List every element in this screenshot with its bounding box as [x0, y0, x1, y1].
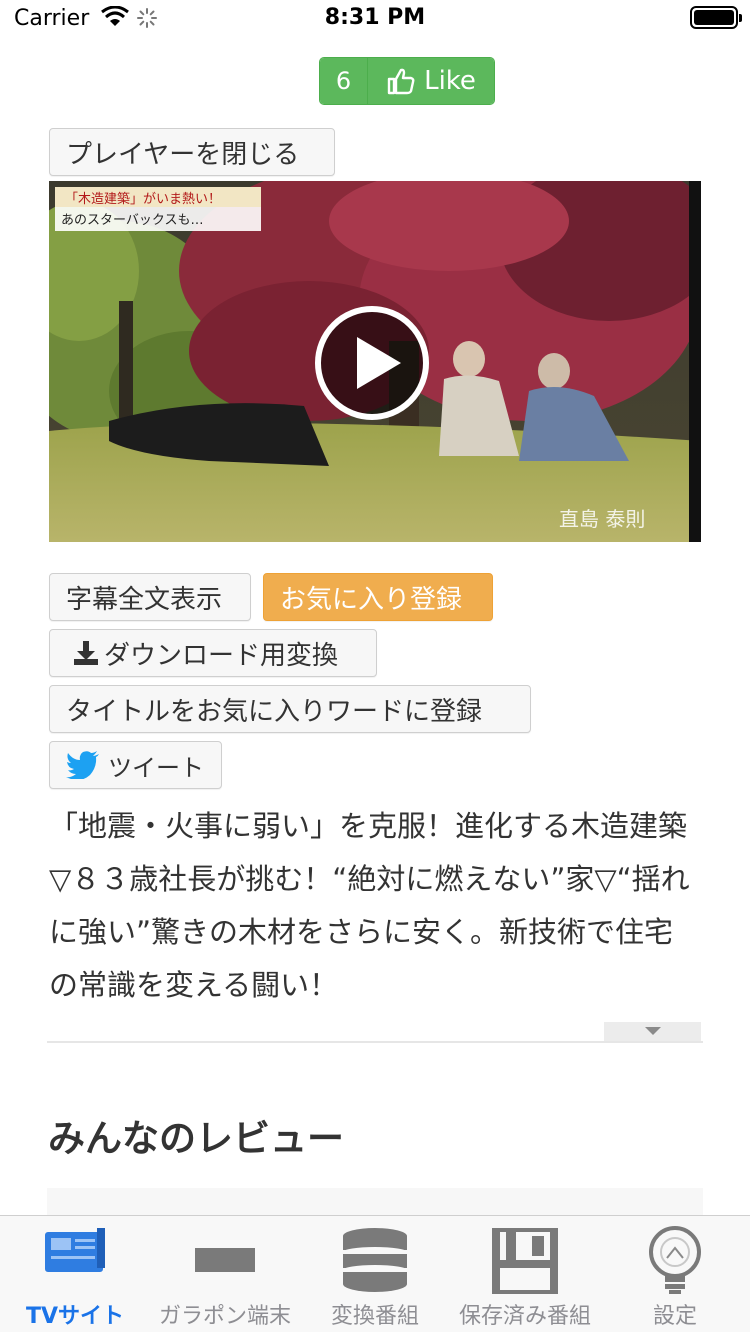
tab-settings[interactable]: 設定	[600, 1216, 750, 1332]
show-subtitles-button[interactable]: 字幕全文表示	[49, 573, 251, 621]
chevron-down-icon	[644, 1027, 661, 1035]
tab-saved-programs[interactable]: 保存済み番組	[450, 1216, 600, 1332]
play-icon[interactable]	[313, 304, 431, 422]
like-group: 6 Like	[319, 57, 495, 105]
video-player[interactable]: 「木造建築」がいま熱い！ あのスターバックスも… 直島 泰則	[49, 181, 701, 542]
close-player-button[interactable]: プレイヤーを閉じる	[49, 128, 335, 176]
battery-icon	[690, 6, 742, 29]
tv-site-icon	[45, 1228, 105, 1272]
tab-device[interactable]: ガラポン端末	[150, 1216, 300, 1332]
add-favorite-button[interactable]: お気に入り登録	[263, 573, 493, 621]
divider	[47, 1041, 703, 1043]
download-convert-label: ダウンロード用変換	[104, 640, 339, 671]
database-icon	[343, 1228, 407, 1292]
tweet-label: ツイート	[108, 753, 204, 782]
overlay-name: 直島 泰則	[559, 507, 645, 531]
tab-label: ガラポン端末	[158, 1304, 291, 1329]
show-subtitles-label: 字幕全文表示	[66, 584, 223, 615]
expand-description-toggle[interactable]	[604, 1022, 701, 1042]
overlay-caption-2: あのスターバックスも…	[61, 213, 203, 228]
tab-label: 保存済み番組	[458, 1304, 591, 1329]
thumbs-up-icon	[387, 68, 415, 95]
program-description: 「地震・火事に弱い」を克服！進化する木造建築▽８３歳社長が挑む！“絶対に燃えない…	[49, 809, 690, 1002]
tweet-button[interactable]: ツイート	[49, 741, 222, 789]
tab-label: 変換番組	[330, 1304, 419, 1329]
reviews-heading: みんなのレビュー	[48, 1117, 344, 1160]
tab-label: 設定	[652, 1304, 697, 1329]
twitter-bird-icon	[66, 751, 99, 779]
floppy-disk-icon	[492, 1228, 558, 1294]
download-convert-button[interactable]: ダウンロード用変換	[49, 629, 377, 677]
overlay-caption-1: 「木造建築」がいま熱い！	[65, 192, 221, 207]
tab-label: TVサイト	[25, 1304, 125, 1329]
add-title-to-fav-words-label: タイトルをお気に入りワードに登録	[66, 696, 483, 727]
clock: 8:31 PM	[324, 5, 426, 30]
download-icon	[74, 641, 98, 665]
status-bar: Carrier 8:31 PM	[0, 0, 750, 40]
like-count: 6	[320, 58, 368, 104]
tab-converted-programs[interactable]: 変換番組	[300, 1216, 450, 1332]
device-icon	[195, 1248, 255, 1272]
tab-tv-site[interactable]: TVサイト	[0, 1216, 150, 1332]
add-title-to-fav-words-button[interactable]: タイトルをお気に入りワードに登録	[49, 685, 531, 733]
lightbulb-icon	[649, 1226, 701, 1294]
like-label: Like	[424, 66, 476, 96]
close-player-label: プレイヤーを閉じる	[66, 139, 300, 170]
add-favorite-label: お気に入り登録	[280, 584, 463, 615]
like-button[interactable]: Like	[368, 58, 494, 104]
tab-bar: TVサイト ガラポン端末 変換番組 保存済み番組 設定	[0, 1215, 750, 1332]
